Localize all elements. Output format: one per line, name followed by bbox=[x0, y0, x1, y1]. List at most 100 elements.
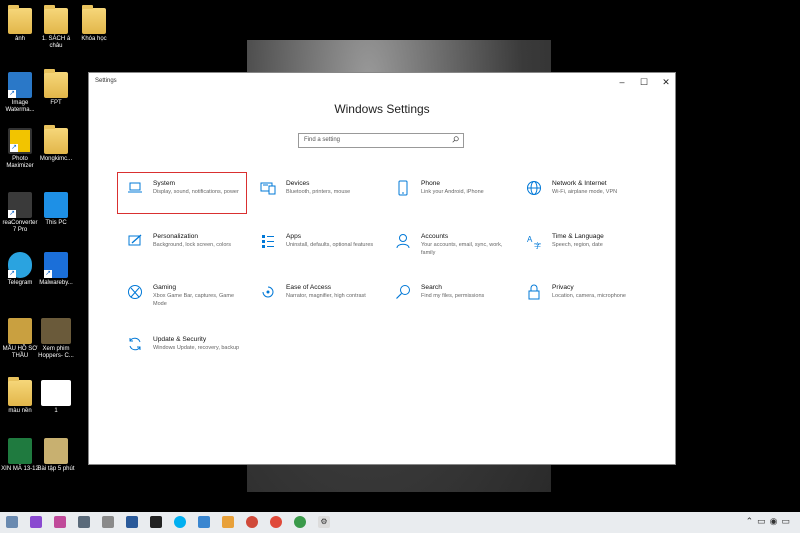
tile-search[interactable]: Search Find my files, permissions bbox=[387, 284, 512, 324]
lock-icon bbox=[528, 284, 540, 300]
malwarebytes-icon bbox=[44, 252, 68, 278]
skype-icon[interactable] bbox=[174, 516, 186, 528]
phone-icon bbox=[398, 180, 408, 196]
tile-system[interactable]: System Display, sound, notifications, po… bbox=[119, 180, 244, 220]
taskbar-app-icon[interactable] bbox=[126, 516, 138, 528]
tile-privacy[interactable]: Privacy Location, camera, microphone bbox=[518, 284, 643, 324]
tile-ease-of-access[interactable]: Ease of Access Narrator, magnifier, high… bbox=[252, 284, 377, 324]
tile-phone[interactable]: Phone Link your Android, iPhone bbox=[387, 180, 512, 220]
desktop-icon-mau-ho-so[interactable]: MẪU HỒ SƠ THẦU bbox=[0, 318, 40, 360]
tile-desc: Link your Android, iPhone bbox=[421, 189, 484, 195]
desktop-icon-photo-maximizer[interactable]: Photo Maximizer bbox=[0, 128, 40, 170]
tile-network[interactable]: Network & Internet Wi-Fi, airplane mode,… bbox=[518, 180, 643, 220]
desktop-icon-mongkimc[interactable]: Mongkimc... bbox=[36, 125, 76, 163]
taskbar-app-icon[interactable] bbox=[78, 516, 90, 528]
search-input[interactable]: Find a setting bbox=[298, 133, 464, 148]
document-icon bbox=[41, 380, 71, 406]
tile-name: System bbox=[153, 180, 175, 187]
tile-apps[interactable]: Apps Uninstall, defaults, optional featu… bbox=[252, 233, 377, 273]
apps-list-icon bbox=[262, 235, 274, 248]
video-thumbnail-icon bbox=[41, 318, 71, 344]
taskbar: ⚙ ⌃▭◉▭ bbox=[0, 512, 800, 533]
image-watermark-icon bbox=[8, 72, 32, 98]
desktop-icon-fpt[interactable]: FPT bbox=[36, 69, 76, 107]
close-button[interactable]: ✕ bbox=[659, 76, 673, 88]
tile-name: Gaming bbox=[153, 284, 177, 291]
refresh-icon bbox=[129, 337, 141, 351]
chrome-icon[interactable] bbox=[270, 516, 282, 528]
tile-time-language[interactable]: A 字 Time & Language Speech, region, date bbox=[518, 233, 643, 273]
tile-name: Privacy bbox=[552, 284, 574, 291]
photo-maximizer-icon bbox=[8, 128, 32, 154]
search-icon bbox=[452, 136, 459, 143]
desktop-icon-bai-tap[interactable]: Bài tập 5 phút bbox=[36, 438, 76, 473]
desktop-icon-this-pc[interactable]: This PC bbox=[36, 192, 76, 227]
tile-desc: Your accounts, email, sync, work, family bbox=[421, 242, 503, 256]
taskbar-app-icon[interactable] bbox=[198, 516, 210, 528]
tile-desc: Speech, region, date bbox=[552, 242, 603, 248]
tile-name: Update & Security bbox=[153, 336, 207, 343]
person-icon bbox=[396, 234, 410, 249]
title-bar[interactable]: Settings – ☐ ✕ bbox=[89, 73, 675, 91]
taskbar-app-icon[interactable] bbox=[30, 516, 42, 528]
tile-name: Time & Language bbox=[552, 233, 604, 240]
desktop-icon-xem-phim[interactable]: Xem phim Hoppers- C... bbox=[36, 318, 76, 360]
desktop-icon-image-watermark[interactable]: Image Waterma... bbox=[0, 72, 40, 114]
tile-update-security[interactable]: Update & Security Windows Update, recove… bbox=[119, 336, 244, 376]
tile-personalization[interactable]: Personalization Background, lock screen,… bbox=[119, 233, 244, 273]
tile-name: Network & Internet bbox=[552, 180, 607, 187]
tile-name: Search bbox=[421, 284, 442, 291]
taskbar-app-icon[interactable] bbox=[222, 516, 234, 528]
page-title: Windows Settings bbox=[334, 102, 430, 116]
folder-icon bbox=[44, 5, 68, 34]
tile-desc: Windows Update, recovery, backup bbox=[153, 345, 240, 351]
tile-name: Devices bbox=[286, 180, 310, 187]
excel-icon bbox=[8, 438, 32, 464]
tile-desc: Wi-Fi, airplane mode, VPN bbox=[552, 189, 618, 195]
tile-name: Personalization bbox=[153, 233, 199, 240]
taskbar-app-icon[interactable] bbox=[246, 516, 258, 528]
taskbar-app-icon[interactable] bbox=[6, 516, 18, 528]
system-tray[interactable]: ⌃▭◉▭ bbox=[746, 516, 794, 527]
tile-accounts[interactable]: Accounts Your accounts, email, sync, wor… bbox=[387, 233, 512, 273]
window-title: Settings bbox=[95, 78, 117, 84]
tile-devices[interactable]: Devices Bluetooth, printers, mouse bbox=[252, 180, 377, 220]
laptop-icon bbox=[128, 182, 142, 193]
svg-text:A: A bbox=[527, 235, 533, 244]
desktop-icon-sach[interactable]: 1. SÁCH á châu bbox=[36, 5, 76, 50]
tile-desc: Xbox Game Bar, captures, Game Mode bbox=[153, 293, 235, 307]
desktop-icon-xin-ma[interactable]: XIN MÃ 13-12 bbox=[0, 438, 40, 473]
chrome-icon[interactable] bbox=[294, 516, 306, 528]
desktop-icon-1[interactable]: 1 bbox=[36, 380, 76, 415]
tile-desc: Background, lock screen, colors bbox=[153, 242, 231, 248]
svg-text:字: 字 bbox=[534, 241, 541, 249]
xbox-icon bbox=[128, 285, 142, 299]
tile-name: Phone bbox=[421, 180, 441, 187]
tile-desc: Bluetooth, printers, mouse bbox=[286, 189, 351, 195]
minimize-button[interactable]: – bbox=[615, 76, 629, 88]
book-icon bbox=[44, 438, 68, 464]
settings-gear-icon[interactable]: ⚙ bbox=[318, 516, 330, 528]
desktop-icon-reaconverter[interactable]: reaConverter 7 Pro bbox=[0, 192, 40, 234]
time-language-icon: A 字 bbox=[527, 235, 541, 249]
tile-desc: Uninstall, defaults, optional features bbox=[286, 242, 374, 248]
folder-icon bbox=[44, 125, 68, 154]
tile-gaming[interactable]: Gaming Xbox Game Bar, captures, Game Mod… bbox=[119, 284, 244, 324]
tile-desc: Display, sound, notifications, power bbox=[153, 189, 239, 195]
search-placeholder: Find a setting bbox=[304, 137, 341, 143]
desktop-icon-anh[interactable]: ảnh bbox=[0, 5, 40, 43]
desktop-icon-telegram[interactable]: Telegram bbox=[0, 252, 40, 287]
desktop-icon-mau-nen[interactable]: màu nền bbox=[0, 377, 40, 415]
folder-icon bbox=[82, 5, 106, 34]
desktop-icon-khoa-hoc[interactable]: Khóa học bbox=[74, 5, 114, 43]
paintbrush-icon bbox=[128, 234, 142, 246]
capcut-icon[interactable] bbox=[150, 516, 162, 528]
desktop-icon-malwarebytes[interactable]: Malwareby... bbox=[36, 252, 76, 287]
winrar-icon bbox=[8, 318, 32, 344]
taskbar-app-icon[interactable] bbox=[54, 516, 66, 528]
maximize-button[interactable]: ☐ bbox=[637, 76, 651, 88]
taskbar-app-icon[interactable] bbox=[102, 516, 114, 528]
tile-name: Apps bbox=[286, 233, 302, 240]
folder-icon bbox=[44, 69, 68, 98]
ease-of-access-icon bbox=[262, 286, 274, 298]
